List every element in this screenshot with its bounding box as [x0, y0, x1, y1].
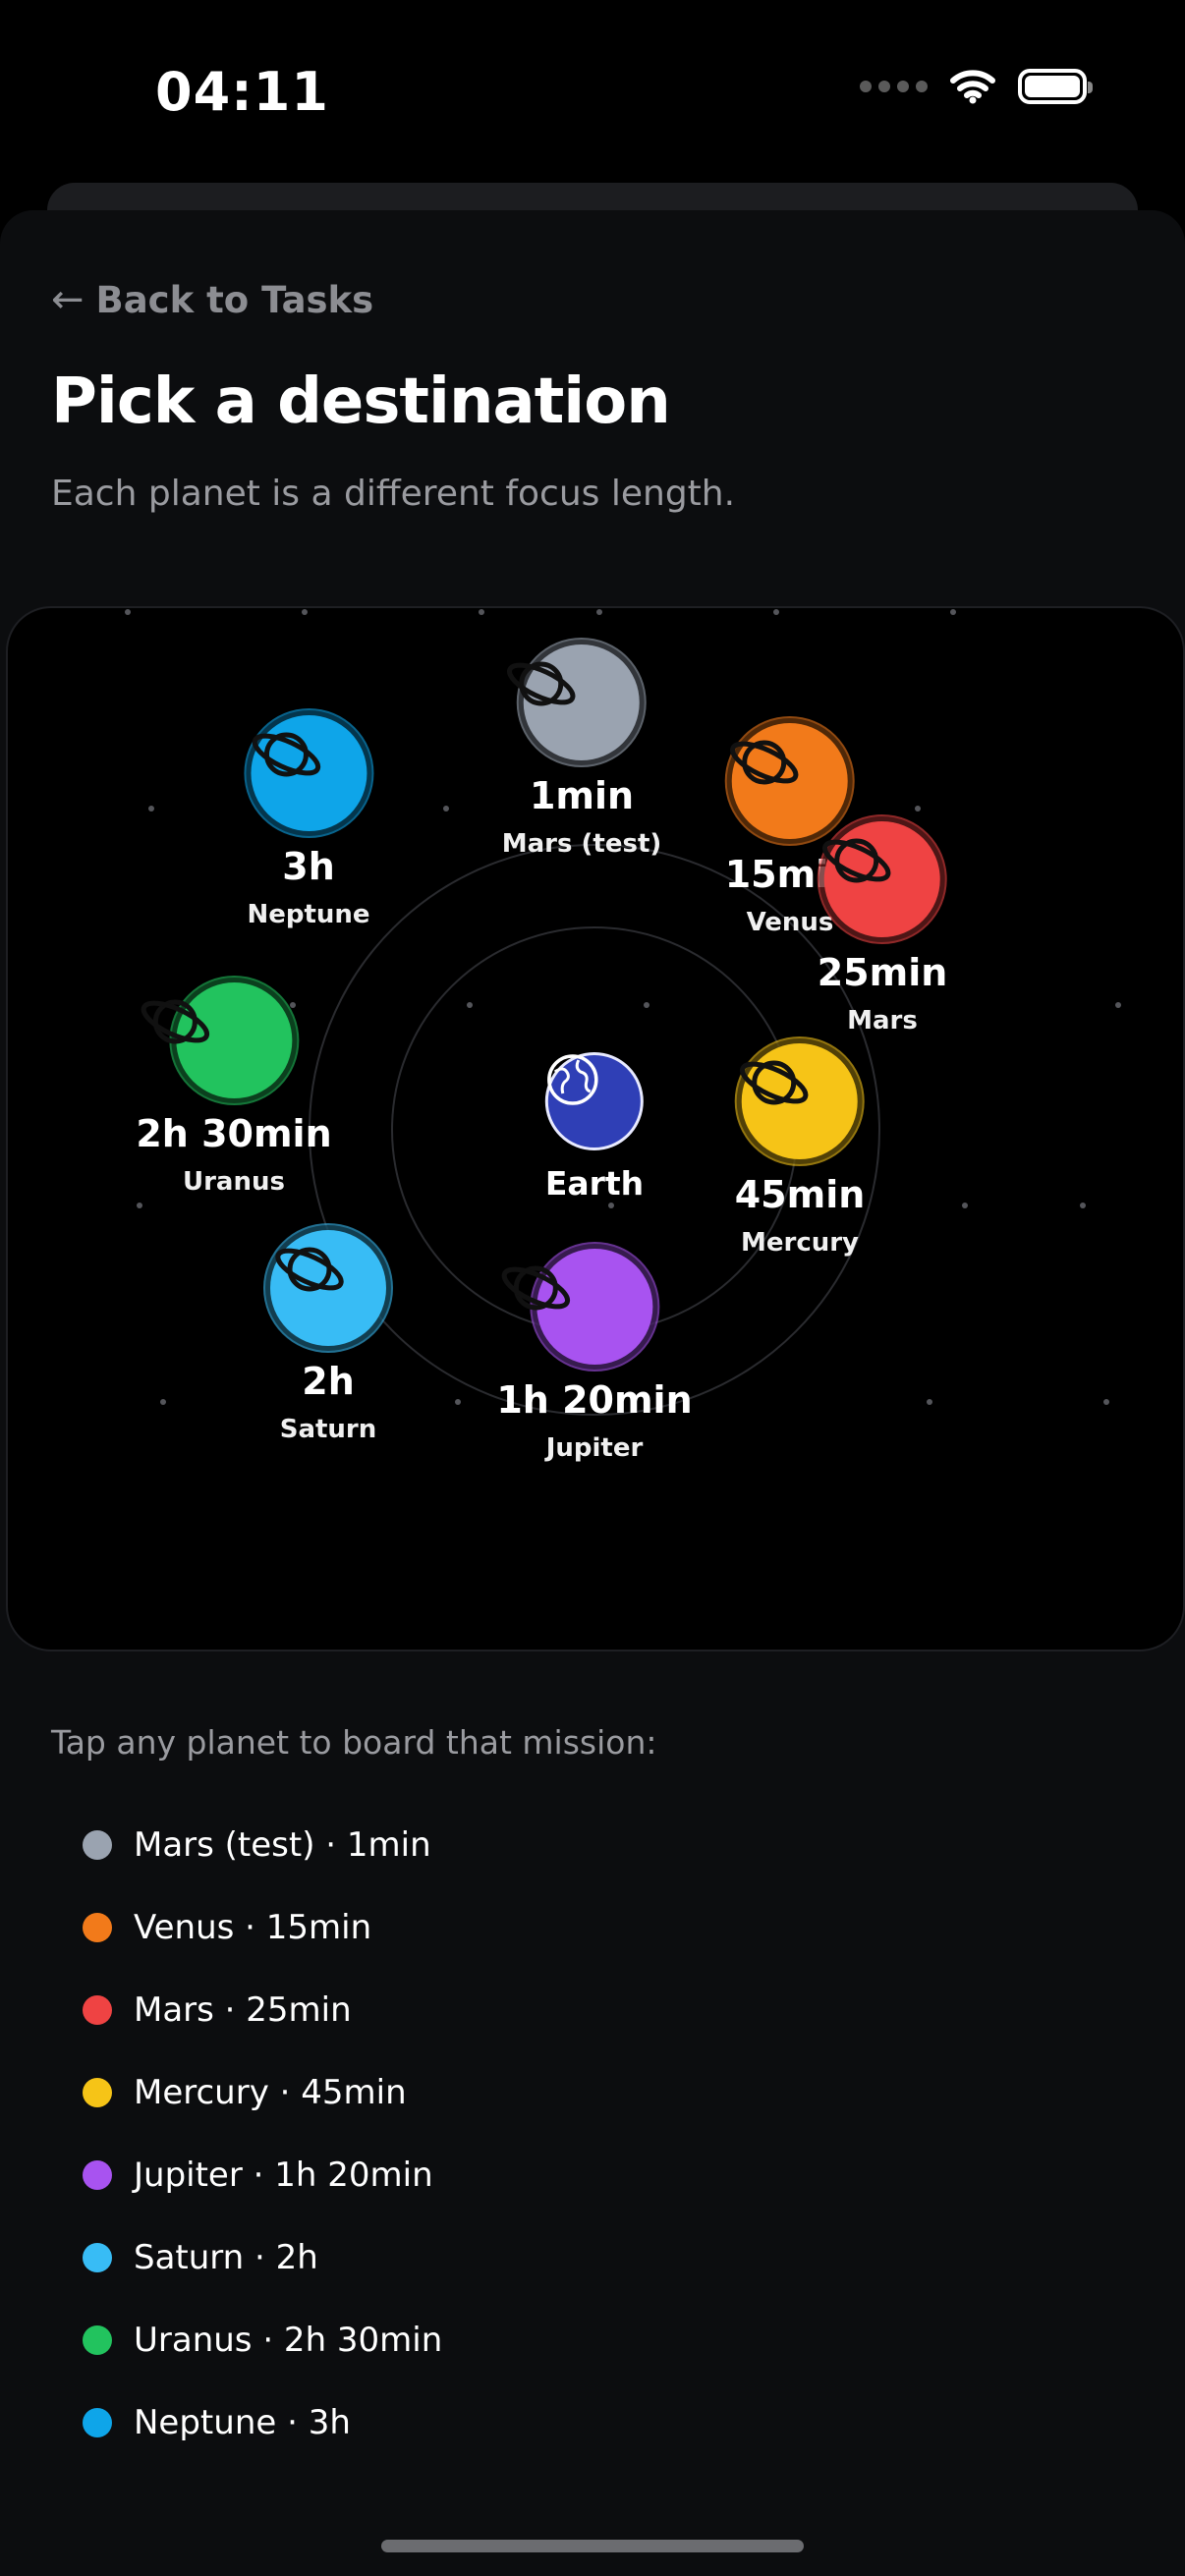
planet-icon — [141, 982, 292, 1098]
planet-mercury[interactable]: 45min Mercury — [734, 1043, 866, 1258]
mission-list-item[interactable]: Uranus · 2h 30min — [83, 2299, 442, 2381]
planet-saturn[interactable]: 2h Saturn — [270, 1230, 386, 1444]
planet-icon — [251, 715, 367, 831]
earth-label: Earth — [544, 1164, 645, 1203]
mission-list-item[interactable]: Saturn · 2h — [83, 2216, 442, 2299]
planet-duration: 25min — [817, 951, 948, 994]
planet-jupiter[interactable]: 1h 20min Jupiter — [496, 1249, 693, 1463]
status-icons — [860, 69, 1093, 104]
planet-map: Earth 1min Mars (test) 15min Venus 25min Mars… — [6, 606, 1185, 1652]
planet-name: Jupiter — [545, 1433, 644, 1463]
mission-list-item[interactable]: Neptune · 3h — [83, 2381, 442, 2464]
earth-center: Earth — [545, 1052, 644, 1203]
mission-label: Mars (test) · 1min — [134, 1825, 431, 1865]
color-dot — [83, 1913, 112, 1942]
mission-label: Jupiter · 1h 20min — [134, 2156, 433, 2195]
color-dot — [83, 1830, 112, 1860]
planet-duration: 45min — [734, 1173, 866, 1216]
back-label: Back to Tasks — [95, 278, 374, 321]
color-dot — [83, 2160, 112, 2190]
planet-duration: 1h 20min — [496, 1378, 693, 1422]
mission-label: Mercury · 45min — [134, 2073, 407, 2112]
mission-list-item[interactable]: Mars (test) · 1min — [83, 1804, 442, 1886]
mission-list-item[interactable]: Jupiter · 1h 20min — [83, 2134, 442, 2216]
mission-label: Mars · 25min — [134, 1990, 352, 2030]
page-title: Pick a destination — [51, 365, 671, 438]
color-dot — [83, 1995, 112, 2025]
planet-name: Saturn — [279, 1415, 377, 1444]
battery-icon — [1018, 69, 1093, 104]
planet-duration: 1min — [529, 774, 635, 817]
color-dot — [83, 2325, 112, 2355]
globe-icon — [544, 1052, 644, 1150]
planet-duration: 3h — [282, 845, 335, 888]
planet-icon — [740, 1043, 858, 1159]
mission-list: Mars (test) · 1min Venus · 15min Mars · 25… — [83, 1804, 442, 2464]
home-indicator[interactable] — [381, 2540, 804, 2552]
planet-name: Mars — [847, 1006, 918, 1036]
color-dot — [83, 2408, 112, 2437]
mission-list-item[interactable]: Mercury · 45min — [83, 2051, 442, 2134]
planet-name: Mars (test) — [501, 829, 662, 859]
mission-list-item[interactable]: Venus · 15min — [83, 1886, 442, 1969]
mission-label: Neptune · 3h — [134, 2403, 351, 2442]
planet-name: Neptune — [247, 900, 370, 929]
back-arrow-icon: ← — [51, 277, 85, 322]
planet-duration: 2h — [302, 1360, 355, 1403]
mission-label: Saturn · 2h — [134, 2238, 318, 2277]
legend-intro: Tap any planet to board that mission: — [51, 1723, 657, 1762]
back-to-tasks-link[interactable]: ← Back to Tasks — [51, 277, 373, 322]
planet-icon — [507, 644, 640, 760]
mission-label: Uranus · 2h 30min — [134, 2321, 443, 2360]
planet-icon — [501, 1249, 652, 1365]
color-dot — [83, 2243, 112, 2272]
planet-icon — [270, 1230, 386, 1346]
planet-neptune[interactable]: 3h Neptune — [247, 715, 370, 929]
mission-list-item[interactable]: Mars · 25min — [83, 1969, 442, 2051]
wifi-icon — [950, 70, 995, 104]
status-bar: 04:11 — [0, 0, 1185, 187]
planet-mars-test[interactable]: 1min Mars (test) — [501, 644, 662, 859]
planet-name: Mercury — [740, 1228, 860, 1258]
planet-icon — [822, 821, 940, 937]
planet-duration: 2h 30min — [136, 1112, 332, 1155]
cellular-signal-icon — [860, 81, 928, 92]
planet-uranus[interactable]: 2h 30min Uranus — [136, 982, 332, 1197]
color-dot — [83, 2078, 112, 2107]
planet-mars[interactable]: 25min Mars — [817, 821, 948, 1036]
mission-label: Venus · 15min — [134, 1908, 372, 1947]
page-subtitle: Each planet is a different focus length. — [51, 474, 736, 514]
planet-name: Uranus — [183, 1167, 285, 1197]
status-time: 04:11 — [155, 61, 329, 123]
